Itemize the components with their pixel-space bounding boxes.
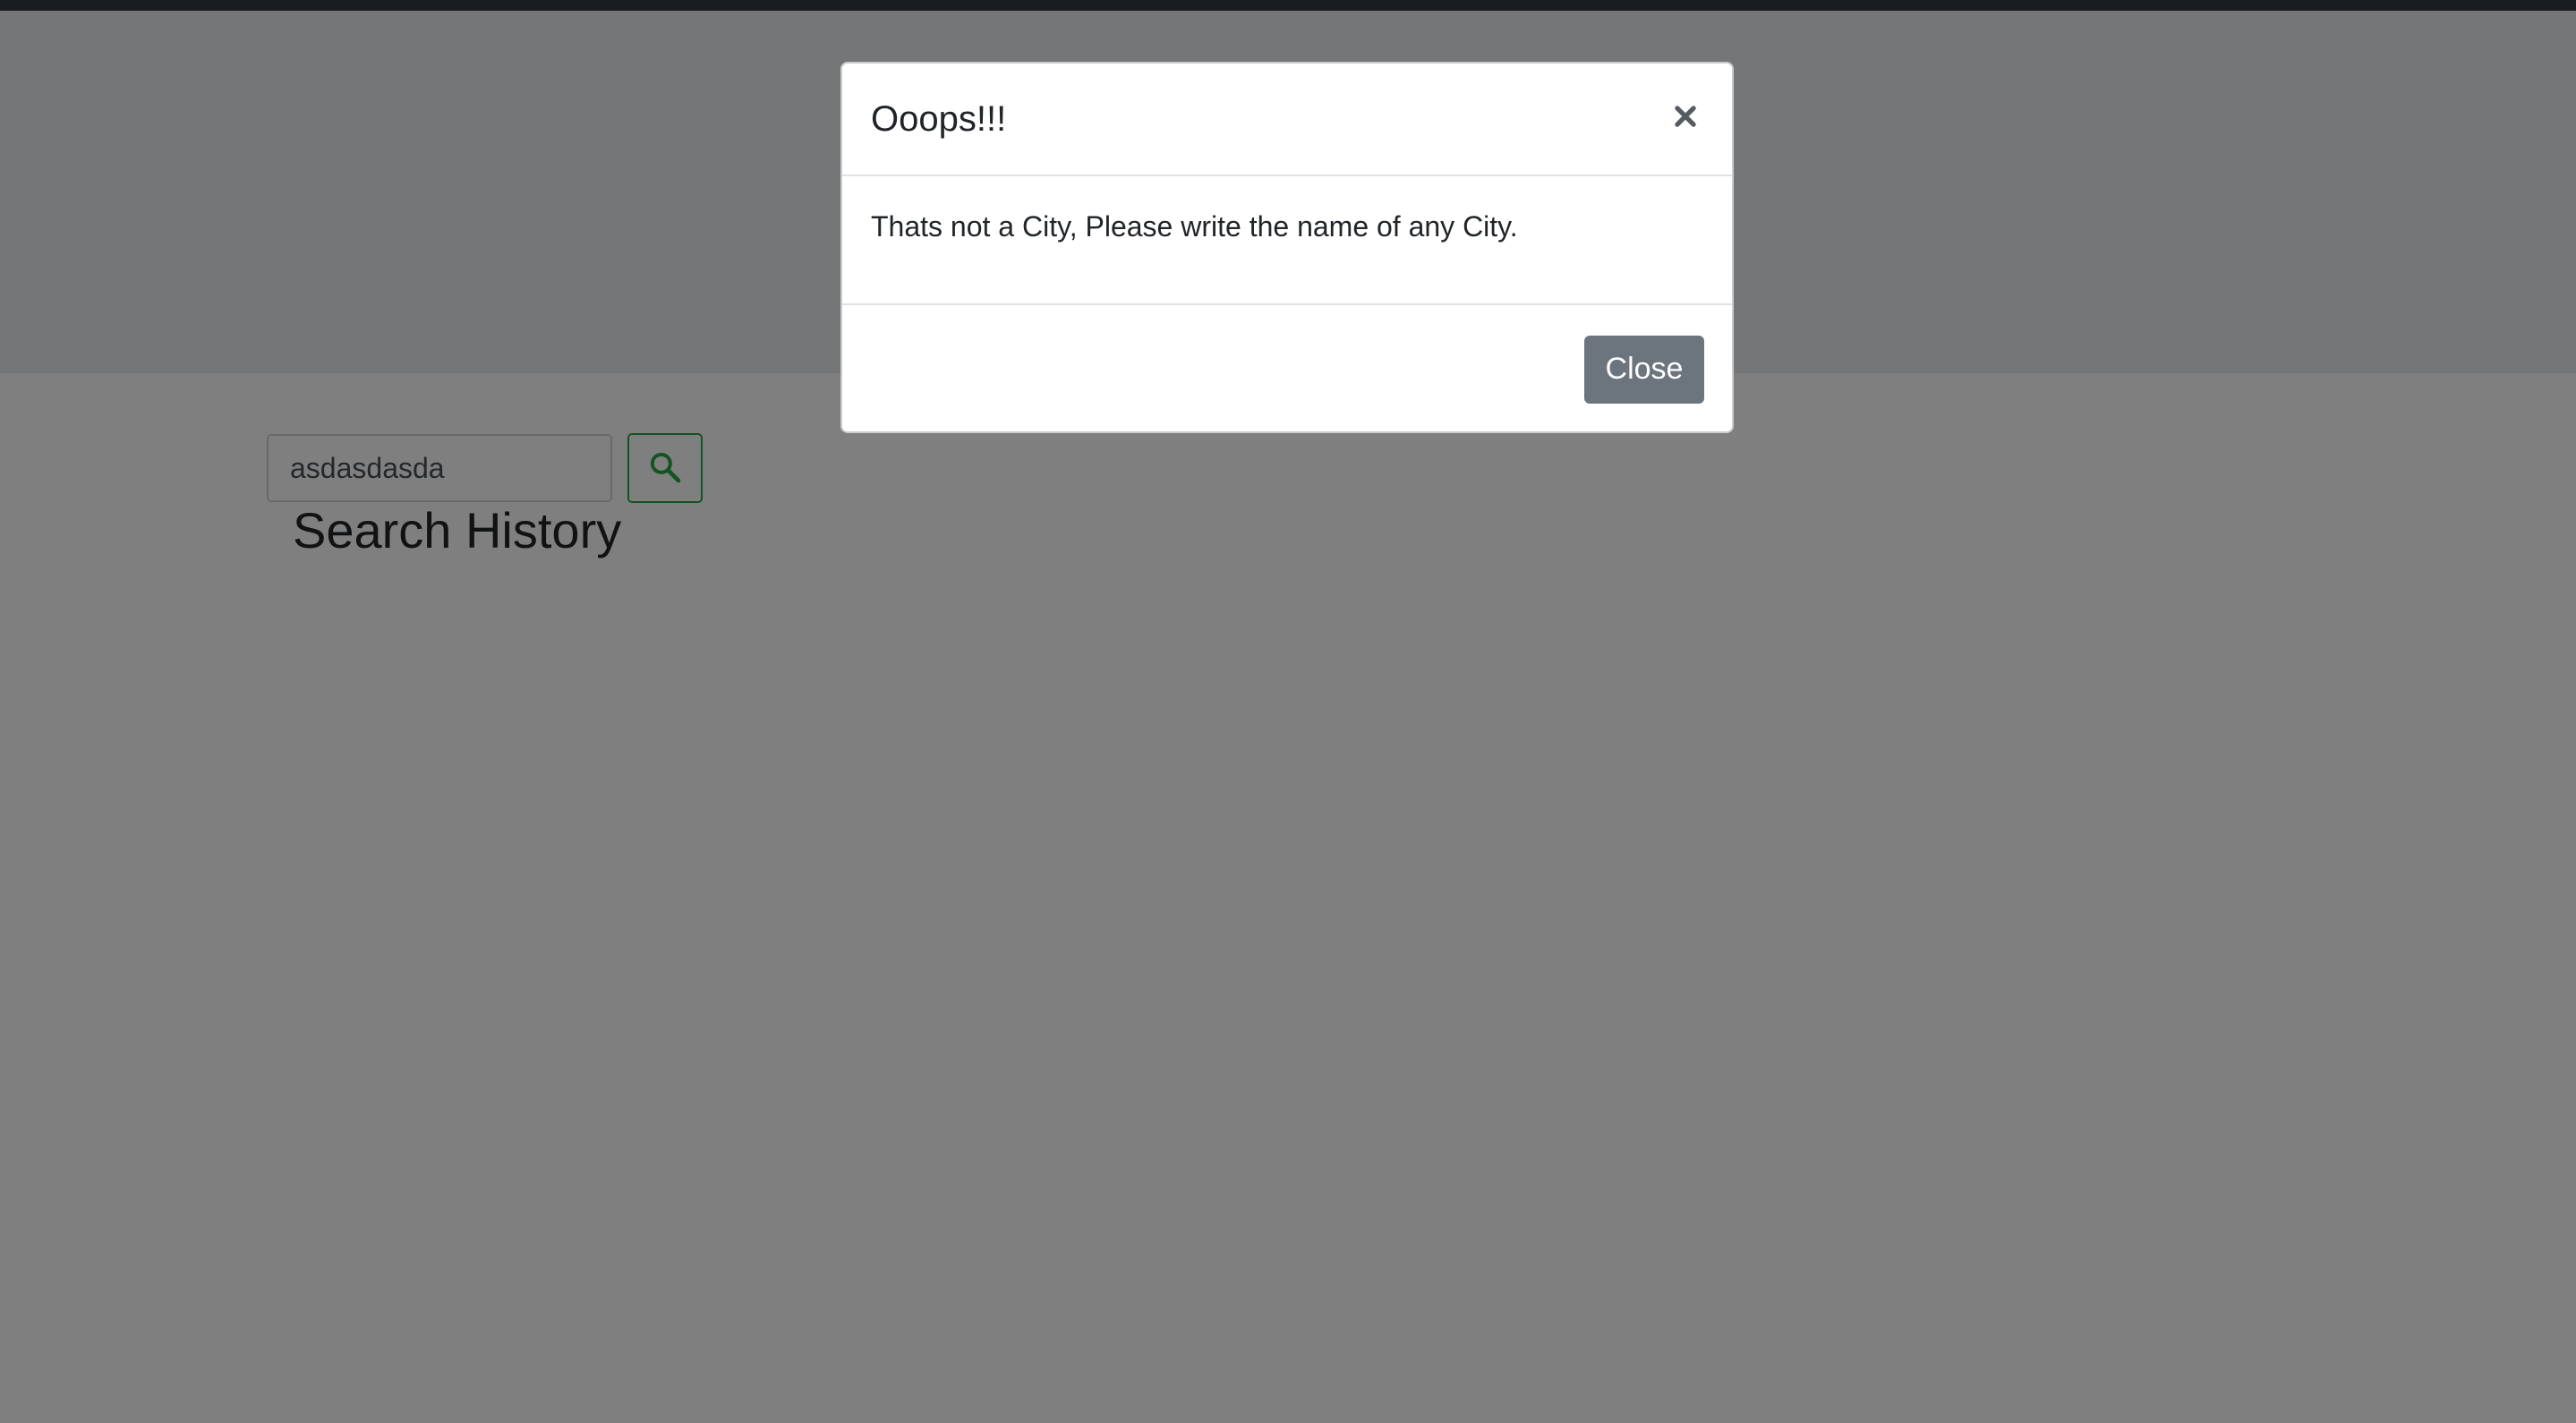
error-modal: Ooops!!! Thats not a City, Please write … [840,62,1734,433]
modal-header: Ooops!!! [842,64,1732,176]
modal-close-x-button[interactable] [1668,99,1703,135]
modal-body: Thats not a City, Please write the name … [842,176,1732,305]
modal-title: Ooops!!! [871,98,1007,139]
close-button[interactable]: Close [1584,335,1704,404]
modal-message: Thats not a City, Please write the name … [871,210,1518,243]
modal-footer: Close [842,305,1732,431]
close-icon [1674,105,1697,131]
